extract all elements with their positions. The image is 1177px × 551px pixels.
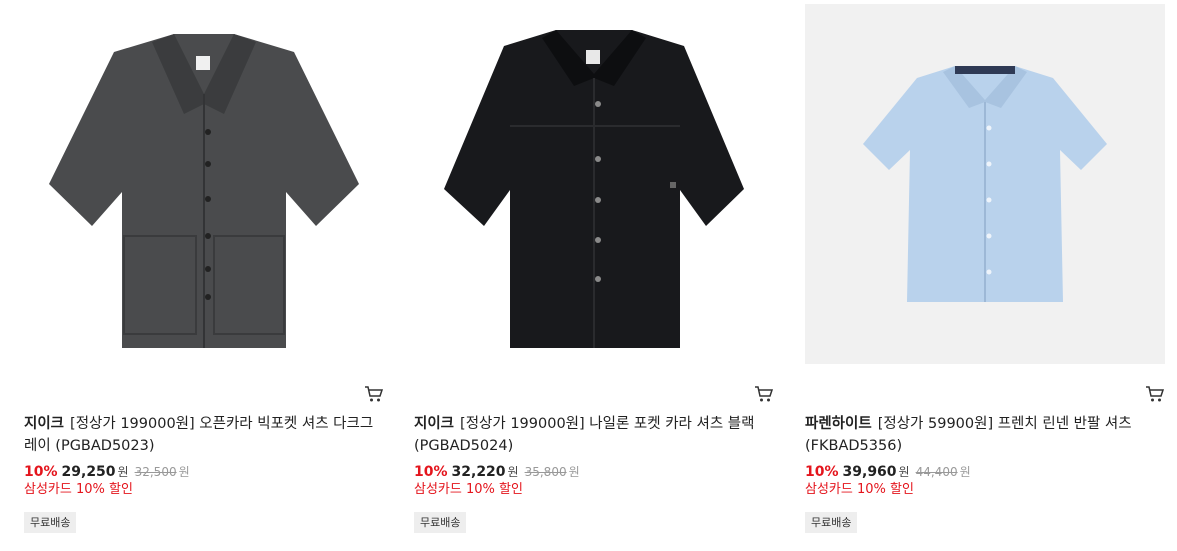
product-name: [정상가 199000원] 나일론 포켓 카라 셔츠 블랙 (PGBAD5024… <box>414 416 755 454</box>
brand-name: 지이크 <box>414 416 455 432</box>
card-discount: 삼성카드 10% 할인 <box>24 482 133 497</box>
brand-name: 지이크 <box>24 416 65 432</box>
product-image[interactable] <box>24 4 384 364</box>
sale-price: 29,250 <box>61 464 116 480</box>
product-card[interactable]: 지이크 [정상가 199000원] 나일론 포켓 카라 셔츠 블랙 (PGBAD5… <box>414 0 774 551</box>
original-price-unit: 원 <box>568 465 580 479</box>
product-image[interactable] <box>414 4 774 364</box>
shipping-badge: 무료배송 <box>24 512 77 533</box>
discount-rate: 10% <box>414 464 448 480</box>
original-price-unit: 원 <box>178 465 190 479</box>
product-title[interactable]: 지이크 [정상가 199000원] 오픈카라 빅포켓 셔츠 다크그레이 (PGBA… <box>24 413 384 457</box>
shipping-badge: 무료배송 <box>414 512 467 533</box>
product-image[interactable] <box>805 4 1165 364</box>
price-line: 10% 39,960 원 44,400 원 <box>805 462 971 482</box>
discount-rate: 10% <box>805 464 839 480</box>
price-line: 10% 32,220 원 35,800 원 <box>414 462 580 482</box>
cart-icon[interactable] <box>1145 385 1165 403</box>
product-title[interactable]: 파렌하이트 [정상가 59900원] 프렌치 린넨 반팔 셔츠 (FKBAD535… <box>805 413 1165 457</box>
product-title[interactable]: 지이크 [정상가 199000원] 나일론 포켓 카라 셔츠 블랙 (PGBAD5… <box>414 413 774 457</box>
card-discount: 삼성카드 10% 할인 <box>805 482 914 497</box>
brand-name: 파렌하이트 <box>805 416 872 432</box>
original-price-unit: 원 <box>959 465 971 479</box>
original-price: 32,500 <box>134 465 177 479</box>
product-card[interactable]: 파렌하이트 [정상가 59900원] 프렌치 린넨 반팔 셔츠 (FKBAD535… <box>805 0 1165 551</box>
product-grid: 지이크 [정상가 199000원] 오픈카라 빅포켓 셔츠 다크그레이 (PGBA… <box>0 0 1177 551</box>
price-line: 10% 29,250 원 32,500 원 <box>24 462 190 482</box>
original-price: 35,800 <box>524 465 567 479</box>
cart-icon[interactable] <box>754 385 774 403</box>
product-card[interactable]: 지이크 [정상가 199000원] 오픈카라 빅포켓 셔츠 다크그레이 (PGBA… <box>24 0 384 551</box>
sale-price-unit: 원 <box>117 465 129 479</box>
sale-price: 39,960 <box>842 464 897 480</box>
cart-icon[interactable] <box>364 385 384 403</box>
card-discount: 삼성카드 10% 할인 <box>414 482 523 497</box>
shipping-badge: 무료배송 <box>805 512 858 533</box>
sale-price-unit: 원 <box>507 465 519 479</box>
sale-price-unit: 원 <box>898 465 910 479</box>
original-price: 44,400 <box>915 465 958 479</box>
discount-rate: 10% <box>24 464 58 480</box>
product-name: [정상가 199000원] 오픈카라 빅포켓 셔츠 다크그레이 (PGBAD50… <box>24 416 374 454</box>
sale-price: 32,220 <box>451 464 506 480</box>
